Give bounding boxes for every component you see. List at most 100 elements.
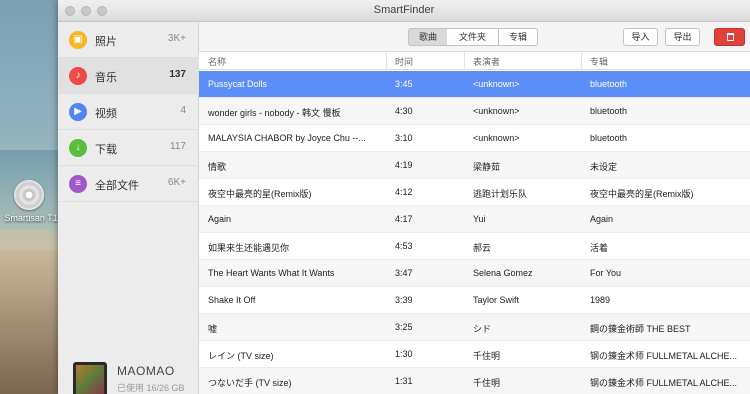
table-row[interactable]: Pussycat Dolls 3:45 <unknown> bluetooth: [199, 71, 750, 98]
song-name-cell: 夜空中最亮的星(Remix版): [208, 189, 312, 199]
song-name-cell: The Heart Wants What It Wants: [208, 268, 335, 278]
sidebar-item-count: 6K+: [167, 177, 186, 188]
song-time-cell: 3:47: [395, 268, 413, 278]
song-album-cell: For You: [590, 268, 622, 278]
title-bar[interactable]: SmartFinder: [58, 0, 750, 22]
sidebar-item-count: 137: [169, 69, 186, 80]
song-artist-cell: <unknown>: [473, 79, 520, 89]
song-name-cell: 如果来生还能遇见你: [208, 243, 290, 253]
song-time-cell: 4:30: [395, 106, 413, 116]
song-time-cell: 3:45: [395, 79, 413, 89]
table-row[interactable]: 情歌 4:19 梁静茹 未设定: [199, 152, 750, 179]
import-button[interactable]: 导入: [623, 28, 658, 46]
song-name-cell: レイン (TV size): [208, 351, 274, 361]
sidebar-item-count: 3K+: [167, 33, 186, 44]
song-album-cell: 活着: [590, 243, 609, 253]
song-artist-cell: 逃跑计划乐队: [473, 189, 528, 199]
song-album-cell: bluetooth: [590, 79, 628, 89]
play-icon: ▶: [69, 103, 87, 121]
song-name-cell: wonder girls - nobody - 韩文 慢板: [208, 108, 341, 118]
smartfinder-window: SmartFinder ▣ 照片 3K+ ♪ 音乐 137 ▶ 视频 4 ↓ 下…: [58, 0, 750, 394]
song-time-cell: 1:30: [395, 349, 413, 359]
song-name-cell: MALAYSIA CHABOR by Joyce Chu --...: [208, 133, 366, 143]
song-album-cell: Again: [590, 214, 614, 224]
song-album-cell: 夜空中最亮的星(Remix版): [590, 189, 694, 199]
sidebar-item-label: 下载: [95, 144, 117, 156]
toolbar: 歌曲 文件夹 专辑 导入 导出: [199, 22, 750, 52]
column-header-album[interactable]: 专辑: [590, 55, 608, 68]
song-name-cell: Shake It Off: [208, 295, 256, 305]
song-artist-cell: 梁静茹: [473, 162, 501, 172]
delete-button[interactable]: [714, 28, 745, 46]
song-artist-cell: シド: [473, 324, 492, 334]
tab-folders[interactable]: 文件夹: [447, 28, 499, 46]
table-row[interactable]: wonder girls - nobody - 韩文 慢板 4:30 <unknow…: [199, 98, 750, 125]
wallpaper-beach: [0, 250, 60, 394]
song-album-cell: 钢の錬金术师 FULLMETAL ALCHE...: [590, 378, 738, 388]
song-artist-cell: 郝云: [473, 243, 492, 253]
connected-device[interactable]: MAOMAO 已使用 16/26 GB: [58, 354, 199, 394]
song-artist-cell: 千住明: [473, 351, 501, 361]
device-name: MAOMAO: [117, 364, 175, 378]
song-time-cell: 4:17: [395, 214, 413, 224]
song-time-cell: 4:12: [395, 187, 413, 197]
song-album-cell: 钢の錬金术师 FULLMETAL ALCHE...: [590, 351, 738, 361]
column-header-name[interactable]: 名称: [208, 55, 226, 68]
sidebar: ▣ 照片 3K+ ♪ 音乐 137 ▶ 视频 4 ↓ 下载 117 ≡ 全部文件…: [58, 22, 199, 394]
song-name-cell: Again: [208, 214, 232, 224]
song-artist-cell: Selena Gomez: [473, 268, 533, 278]
column-header-artist[interactable]: 表演者: [473, 55, 500, 68]
song-name-cell: つないだ手 (TV size): [208, 378, 292, 388]
song-artist-cell: Taylor Swift: [473, 295, 520, 305]
song-artist-cell: <unknown>: [473, 106, 520, 116]
song-album-cell: bluetooth: [590, 106, 628, 116]
song-artist-cell: 千住明: [473, 378, 501, 388]
phone-thumbnail: [73, 362, 107, 394]
window-title: SmartFinder: [373, 4, 435, 16]
table-row[interactable]: 夜空中最亮的星(Remix版) 4:12 逃跑计划乐队 夜空中最亮的星(Remix版): [199, 179, 750, 206]
sidebar-item-label: 音乐: [95, 72, 117, 84]
song-time-cell: 4:53: [395, 241, 413, 251]
song-album-cell: 未设定: [590, 162, 618, 172]
device-disc-icon[interactable]: [14, 180, 44, 210]
sidebar-item-label: 全部文件: [95, 180, 139, 192]
photo-icon: ▣: [69, 31, 87, 49]
sidebar-item-music[interactable]: ♪ 音乐 137: [58, 58, 199, 94]
song-name-cell: 情歌: [208, 162, 227, 172]
table-row[interactable]: つないだ手 (TV size) 1:31 千住明 钢の錬金术师 FULLMETAL A…: [199, 368, 750, 394]
song-album-cell: 鋼の錬金術師 THE BEST: [590, 324, 691, 334]
song-time-cell: 3:39: [395, 295, 413, 305]
sidebar-item-all-files[interactable]: ≡ 全部文件 6K+: [58, 166, 199, 202]
table-row[interactable]: MALAYSIA CHABOR by Joyce Chu --... 3:10 <u…: [199, 125, 750, 152]
column-header-time[interactable]: 时间: [395, 55, 413, 68]
sidebar-item-label: 视频: [95, 108, 117, 120]
tab-albums[interactable]: 专辑: [498, 28, 538, 46]
sidebar-item-label: 照片: [95, 36, 117, 48]
song-time-cell: 3:10: [395, 133, 413, 143]
desktop-device-label[interactable]: Smartisan T1: [0, 213, 62, 223]
document-icon: ≡: [69, 175, 87, 193]
table-row[interactable]: The Heart Wants What It Wants 3:47 Selena …: [199, 260, 750, 287]
song-album-cell: bluetooth: [590, 133, 628, 143]
trash-icon: [727, 33, 734, 41]
export-button[interactable]: 导出: [665, 28, 700, 46]
song-artist-cell: <unknown>: [473, 133, 520, 143]
sidebar-item-downloads[interactable]: ↓ 下载 117: [58, 130, 199, 166]
song-time-cell: 3:25: [395, 322, 413, 332]
device-storage-usage: 已使用 16/26 GB: [117, 383, 185, 393]
song-album-cell: 1989: [590, 295, 611, 305]
song-time-cell: 1:31: [395, 376, 413, 386]
table-row[interactable]: 如果来生还能遇见你 4:53 郝云 活着: [199, 233, 750, 260]
main-content: 歌曲 文件夹 专辑 导入 导出 名称 时间 表演者 专辑 Pussycat Do…: [199, 22, 750, 394]
sidebar-item-video[interactable]: ▶ 视频 4: [58, 94, 199, 130]
tab-songs[interactable]: 歌曲: [408, 28, 448, 46]
song-artist-cell: Yui: [473, 214, 486, 224]
table-row[interactable]: Again 4:17 Yui Again: [199, 206, 750, 233]
table-row[interactable]: 嘘 3:25 シド 鋼の錬金術師 THE BEST: [199, 314, 750, 341]
table-row[interactable]: レイン (TV size) 1:30 千住明 钢の錬金术师 FULLMETAL ALC…: [199, 341, 750, 368]
table-row[interactable]: Shake It Off 3:39 Taylor Swift 1989: [199, 287, 750, 314]
music-note-icon: ♪: [69, 67, 87, 85]
sidebar-item-photos[interactable]: ▣ 照片 3K+: [58, 22, 199, 58]
download-icon: ↓: [69, 139, 87, 157]
sidebar-item-count: 4: [180, 105, 186, 116]
